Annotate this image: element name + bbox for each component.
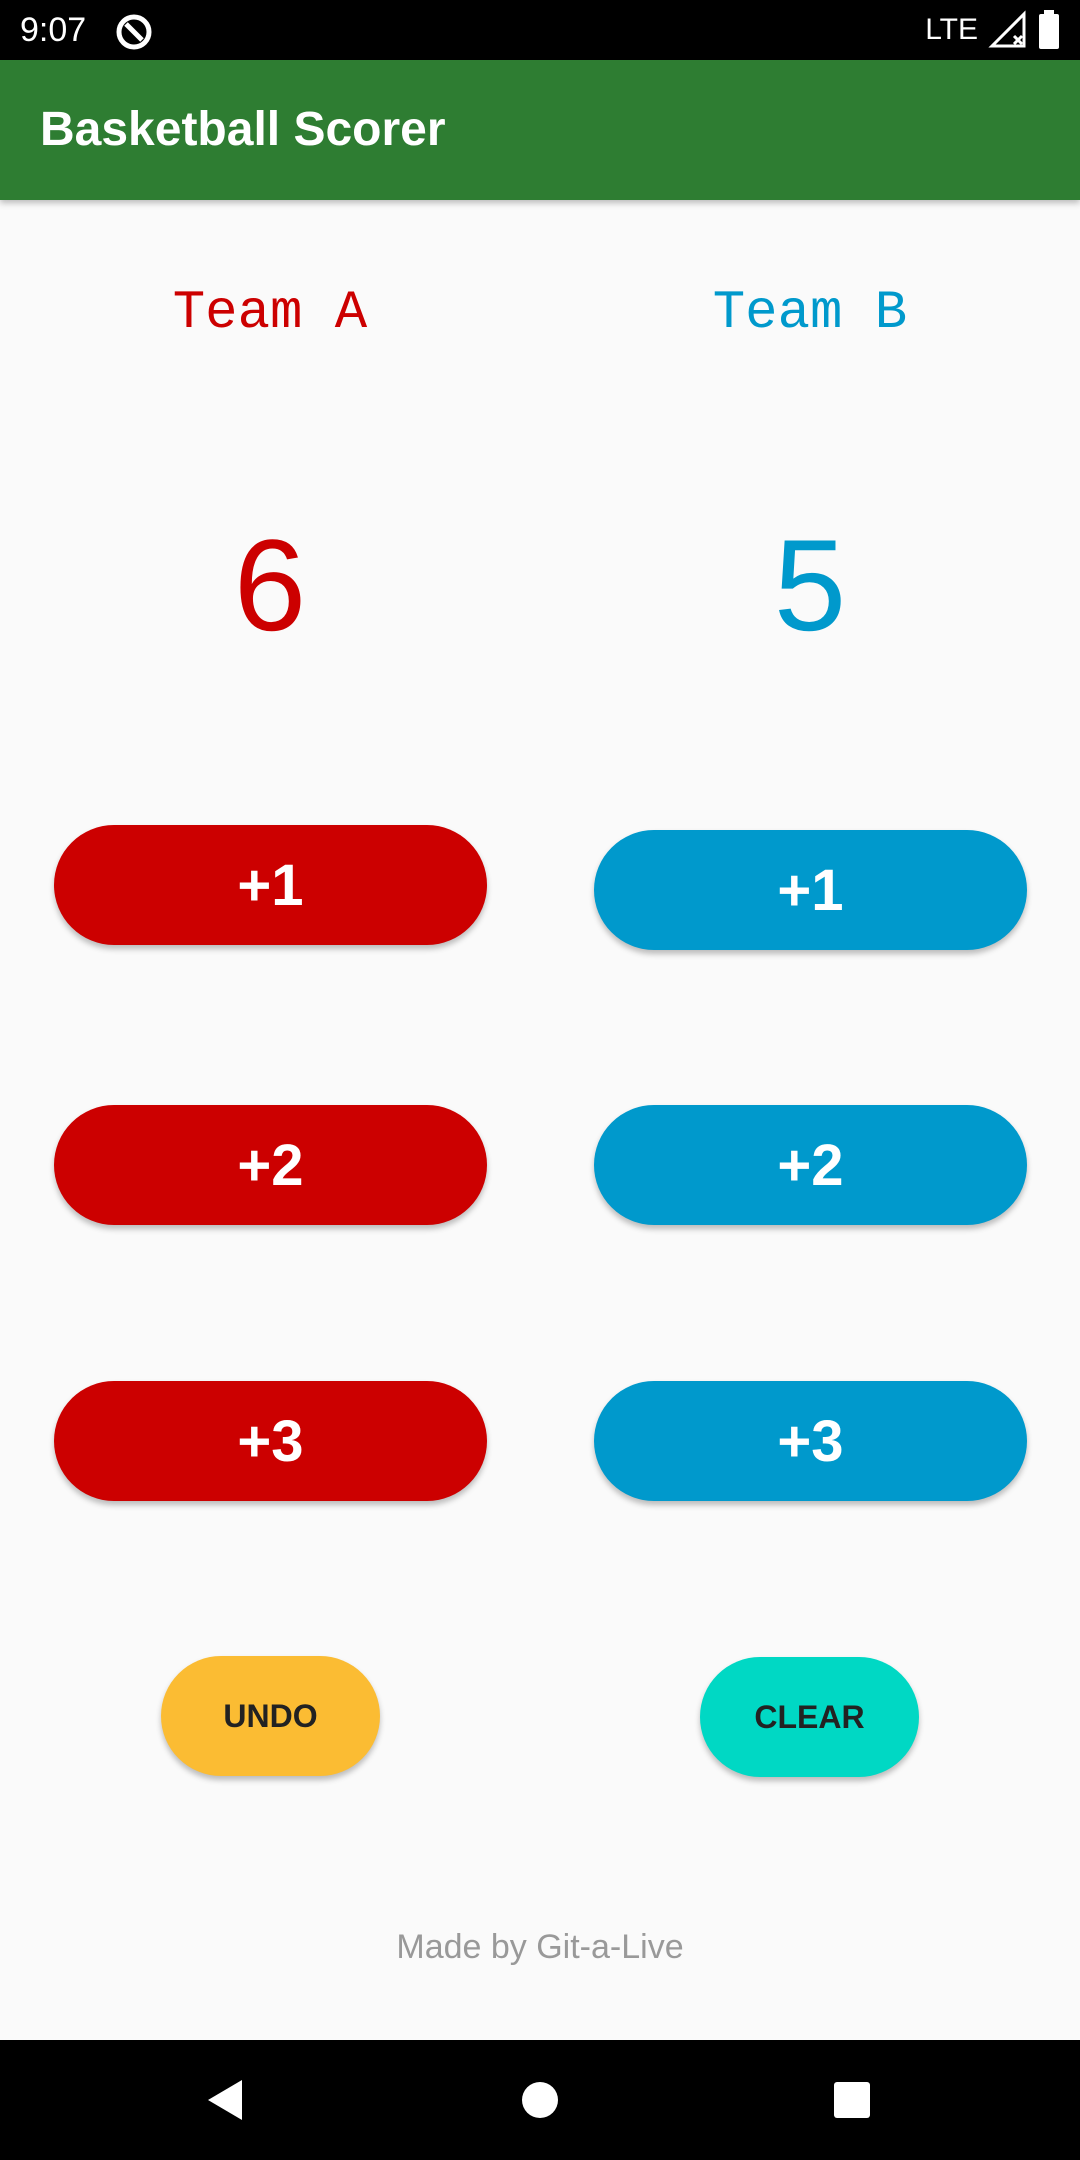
clear-button[interactable]: CLEAR [700, 1657, 919, 1777]
undo-button[interactable]: UNDO [161, 1656, 380, 1776]
team-b-name: Team B [712, 283, 908, 344]
team-a-score: 6 [233, 512, 307, 658]
signal-icon [988, 10, 1026, 48]
team-b-plus2-button[interactable]: +2 [594, 1105, 1027, 1225]
team-a-plus2-button[interactable]: +2 [54, 1105, 487, 1225]
battery-icon [1039, 10, 1059, 49]
app-title: Basketball Scorer [40, 103, 446, 156]
home-icon[interactable] [510, 2070, 570, 2130]
status-time: 9:07 [20, 11, 87, 49]
team-a-plus1-button[interactable]: +1 [54, 825, 487, 945]
app-notification-icon [116, 14, 152, 50]
team-b-plus3-button[interactable]: +3 [594, 1381, 1027, 1501]
team-a-plus3-button[interactable]: +3 [54, 1381, 487, 1501]
navigation-bar [0, 2040, 1080, 2160]
team-b-score: 5 [773, 512, 847, 658]
team-a-name: Team A [172, 283, 368, 344]
back-icon[interactable] [196, 2070, 256, 2130]
recents-icon[interactable] [822, 2070, 882, 2130]
status-bar: 9:07 LTE [0, 0, 1080, 60]
team-b-plus1-button[interactable]: +1 [594, 830, 1027, 950]
footer-credit: Made by Git-a-Live [396, 1928, 684, 1966]
network-type: LTE [925, 13, 978, 46]
app-bar: Basketball Scorer [0, 60, 1080, 200]
